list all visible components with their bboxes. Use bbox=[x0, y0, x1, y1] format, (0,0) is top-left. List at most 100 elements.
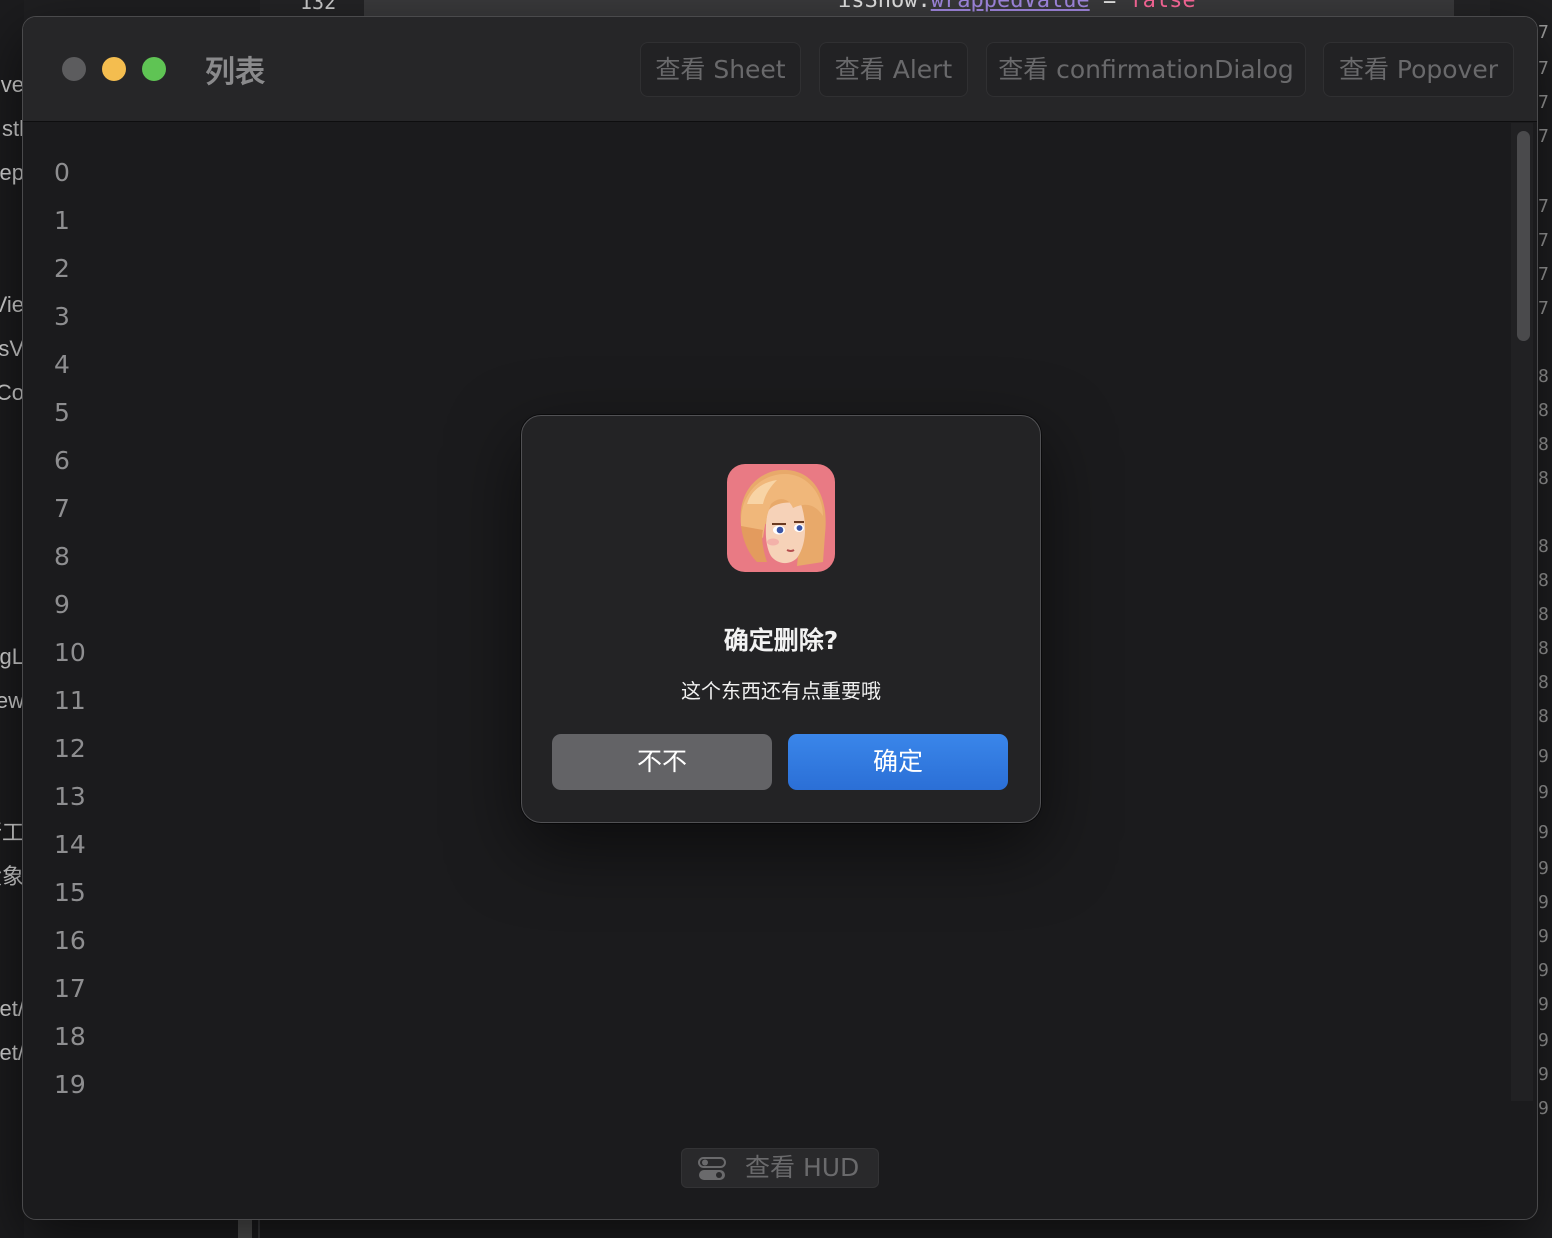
background-code-fragment: Co bbox=[0, 378, 24, 408]
background-code-fragment-text: gL bbox=[0, 644, 24, 669]
list-scrollbar-thumb[interactable] bbox=[1517, 131, 1530, 341]
background-line-number-fragment: 9 bbox=[1538, 822, 1549, 843]
list-item[interactable]: 15 bbox=[54, 878, 134, 908]
list-item[interactable]: 19 bbox=[54, 1070, 134, 1100]
cancel-button[interactable]: 不不 bbox=[552, 734, 772, 790]
background-line-number-fragment: 8 bbox=[1538, 468, 1549, 489]
background-code-fragment: et/ bbox=[0, 1038, 24, 1068]
window-title: 列表 bbox=[205, 55, 265, 90]
minimize-window-button[interactable] bbox=[102, 57, 126, 81]
background-line-number-fragment: 9 bbox=[1538, 782, 1549, 803]
background-line-number-fragment: 9 bbox=[1538, 1098, 1549, 1119]
list-item[interactable]: 10 bbox=[54, 638, 134, 668]
toggle-switches-icon bbox=[698, 1157, 726, 1180]
show-hud-button[interactable]: 查看 HUD bbox=[681, 1148, 879, 1188]
background-code-fragment-text: Rep bbox=[0, 160, 24, 185]
list-item[interactable]: 9 bbox=[54, 590, 134, 620]
background-line-number-fragment: 9 bbox=[1538, 960, 1549, 981]
background-line-number-fragment: 9 bbox=[1538, 892, 1549, 913]
confirm-delete-button[interactable]: 确定 bbox=[788, 734, 1008, 790]
list-item[interactable]: 17 bbox=[54, 974, 134, 1004]
zoom-window-button[interactable] bbox=[142, 57, 166, 81]
close-window-button[interactable] bbox=[62, 57, 86, 81]
background-line-number-fragment: 9 bbox=[1538, 926, 1549, 947]
background-line-number-fragment: 7 bbox=[1538, 22, 1549, 43]
list-item[interactable]: 14 bbox=[54, 830, 134, 860]
background-line-number-fragment: 7 bbox=[1538, 298, 1549, 319]
background-code-fragment-text: Vie bbox=[0, 292, 24, 317]
list-item[interactable]: 3 bbox=[54, 302, 134, 332]
background-code-fragment-text: stl bbox=[2, 116, 24, 141]
list-item[interactable]: 13 bbox=[54, 782, 134, 812]
delete-confirmation-alert: 确定删除? 这个东西还有点重要哦 不不 确定 bbox=[521, 415, 1041, 823]
background-line-number-fragment: 7 bbox=[1538, 92, 1549, 113]
code-token: isShow bbox=[838, 0, 918, 13]
background-line-number-fragment: 9 bbox=[1538, 746, 1549, 767]
show-alert-button[interactable]: 查看 Alert bbox=[819, 42, 968, 97]
background-code-fragment: Rep bbox=[0, 158, 24, 188]
alert-title: 确定删除? bbox=[723, 626, 839, 655]
background-line-number-fragment: 7 bbox=[1538, 264, 1549, 285]
list-item[interactable]: 5 bbox=[54, 398, 134, 428]
background-line-number-fragment: 8 bbox=[1538, 400, 1549, 421]
background-line-number-fragment: 8 bbox=[1538, 706, 1549, 727]
background-code-fragment: stl bbox=[0, 114, 24, 144]
list-item[interactable]: 1 bbox=[54, 206, 134, 236]
background-line-number: 132 bbox=[300, 0, 337, 14]
background-code-fragment: ew bbox=[0, 686, 24, 716]
background-line-number-fragment: 8 bbox=[1538, 536, 1549, 557]
show-confirmation-dialog-button[interactable]: 查看 confirmationDialog bbox=[986, 42, 1306, 97]
window-titlebar[interactable]: 列表 查看 Sheet 查看 Alert 查看 confirmationDial… bbox=[23, 17, 1537, 122]
app-icon bbox=[727, 464, 835, 572]
app-window: 列表 查看 Sheet 查看 Alert 查看 confirmationDial… bbox=[22, 16, 1538, 1220]
background-line-number-fragment: 7 bbox=[1538, 126, 1549, 147]
background-code-fragment-text: eve bbox=[0, 72, 24, 97]
show-sheet-button[interactable]: 查看 Sheet bbox=[640, 42, 801, 97]
background-code-fragment-text: 行工 bbox=[0, 820, 24, 845]
background-code-fragment: et/ bbox=[0, 994, 24, 1024]
background-code-fragment: Vie bbox=[0, 290, 24, 320]
show-popover-button[interactable]: 查看 Popover bbox=[1323, 42, 1514, 97]
code-token: wrappedValue bbox=[930, 0, 1090, 13]
background-code-fragment-text: 大象 bbox=[0, 864, 24, 889]
background-line-number-fragment: 8 bbox=[1538, 672, 1549, 693]
background-divider bbox=[258, 1218, 260, 1238]
background-code-fragment: 大象 bbox=[0, 862, 24, 892]
background-line-number-fragment: 8 bbox=[1538, 434, 1549, 455]
alert-message: 这个东西还有点重要哦 bbox=[681, 679, 881, 703]
background-line-number-fragment: 7 bbox=[1538, 230, 1549, 251]
background-code-fragment-text: Co bbox=[0, 380, 24, 405]
list-item[interactable]: 0 bbox=[54, 158, 134, 188]
background-line-number-fragment: 8 bbox=[1538, 604, 1549, 625]
background-line-number-fragment: 7 bbox=[1538, 58, 1549, 79]
background-scroll-marker bbox=[238, 1220, 252, 1238]
background-code-fragment-text: ew bbox=[0, 688, 24, 713]
background-line-number-fragment: 7 bbox=[1538, 196, 1549, 217]
background-line-number-fragment: 9 bbox=[1538, 858, 1549, 879]
background-line-number-fragment: 9 bbox=[1538, 1030, 1549, 1051]
list-item[interactable]: 12 bbox=[54, 734, 134, 764]
background-code-fragment-text: et/ bbox=[0, 1040, 24, 1065]
background-code-line: isShow.wrappedValue = false bbox=[364, 0, 1454, 16]
background-code-fragment: gL bbox=[0, 642, 24, 672]
background-code-fragment-text: sV bbox=[0, 336, 24, 361]
list-item[interactable]: 8 bbox=[54, 542, 134, 572]
background-line-number-fragment: 8 bbox=[1538, 638, 1549, 659]
background-code-fragment: eve bbox=[0, 70, 24, 100]
list-item[interactable]: 4 bbox=[54, 350, 134, 380]
list-item[interactable]: 7 bbox=[54, 494, 134, 524]
list-item[interactable]: 2 bbox=[54, 254, 134, 284]
background-code-fragment: sV bbox=[0, 334, 24, 364]
background-code-fragment: 行工 bbox=[0, 818, 24, 848]
background-line-number-fragment: 8 bbox=[1538, 570, 1549, 591]
list-item[interactable]: 16 bbox=[54, 926, 134, 956]
background-line-number-fragment: 8 bbox=[1538, 366, 1549, 387]
background-line-number-fragment: 9 bbox=[1538, 1064, 1549, 1085]
background-code-fragment-text: et/ bbox=[0, 996, 24, 1021]
list-item[interactable]: 18 bbox=[54, 1022, 134, 1052]
show-hud-label: 查看 HUD bbox=[745, 1153, 860, 1182]
code-token: false bbox=[1129, 0, 1196, 13]
list-item[interactable]: 11 bbox=[54, 686, 134, 716]
code-token: = bbox=[1102, 0, 1117, 13]
list-item[interactable]: 6 bbox=[54, 446, 134, 476]
